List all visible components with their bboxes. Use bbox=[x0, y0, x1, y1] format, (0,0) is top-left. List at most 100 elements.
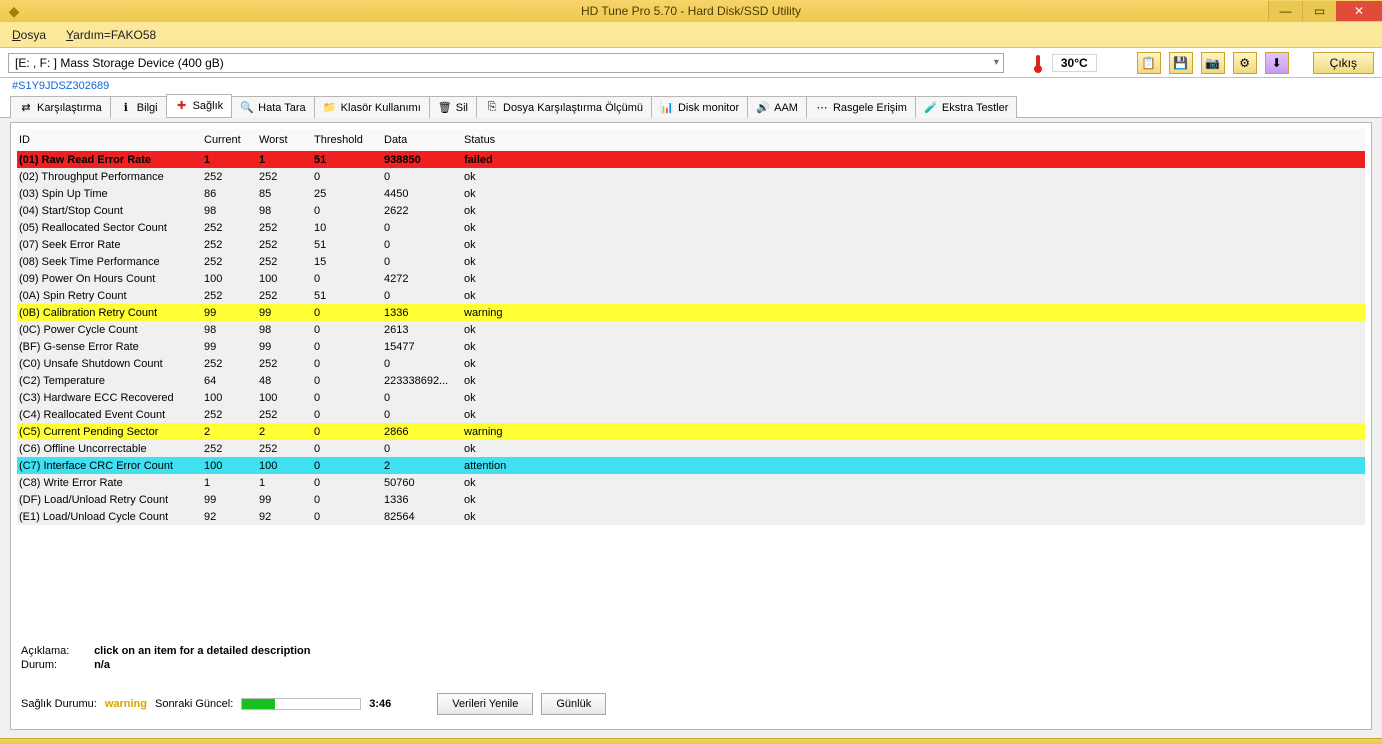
table-row[interactable]: (C7) Interface CRC Error Count10010002at… bbox=[17, 457, 1365, 474]
cell: 0 bbox=[382, 171, 462, 183]
table-row[interactable]: (BF) G-sense Error Rate9999015477ok bbox=[17, 338, 1365, 355]
menu-file[interactable]: Dosya bbox=[8, 26, 50, 44]
table-row[interactable]: (04) Start/Stop Count989802622ok bbox=[17, 202, 1365, 219]
tab-ekstra-testler[interactable]: 🧪Ekstra Testler bbox=[915, 96, 1017, 118]
exit-button[interactable]: Çıkış bbox=[1313, 52, 1374, 74]
next-update-label: Sonraki Güncel: bbox=[155, 698, 233, 710]
cell: 64 bbox=[202, 375, 257, 387]
copy-info-button[interactable]: 📋 bbox=[1137, 52, 1161, 74]
cell: 0 bbox=[312, 358, 382, 370]
save-button[interactable]: 💾 bbox=[1169, 52, 1193, 74]
tab-label: Rasgele Erişim bbox=[833, 102, 907, 114]
health-status-value: warning bbox=[105, 698, 147, 710]
cell: 100 bbox=[202, 460, 257, 472]
tab-bilgi[interactable]: ℹBilgi bbox=[110, 96, 167, 118]
cell: (07) Seek Error Rate bbox=[17, 239, 202, 251]
tab-aam[interactable]: 🔊AAM bbox=[747, 96, 807, 118]
table-row[interactable]: (C4) Reallocated Event Count25225200ok bbox=[17, 406, 1365, 423]
cell: (C0) Unsafe Shutdown Count bbox=[17, 358, 202, 370]
hata-tara-icon: 🔍 bbox=[240, 101, 254, 115]
cell: 252 bbox=[257, 222, 312, 234]
col-threshold[interactable]: Threshold bbox=[312, 134, 382, 146]
description-area: Açıklama: click on an item for a detaile… bbox=[21, 645, 310, 671]
log-button[interactable]: Günlük bbox=[541, 693, 606, 715]
cell: 98 bbox=[202, 205, 257, 217]
drive-select[interactable]: [E: , F: ] Mass Storage Device (400 gB) … bbox=[8, 53, 1004, 73]
cell: 86 bbox=[202, 188, 257, 200]
maximize-button[interactable]: ▭ bbox=[1302, 1, 1336, 21]
options-button[interactable]: ⚙ bbox=[1233, 52, 1257, 74]
cell: 100 bbox=[202, 273, 257, 285]
cell: 0 bbox=[382, 256, 462, 268]
cell: 252 bbox=[202, 222, 257, 234]
cell: ok bbox=[462, 324, 532, 336]
cell: 10 bbox=[312, 222, 382, 234]
cell: 0 bbox=[312, 460, 382, 472]
health-status-label: Sağlık Durumu: bbox=[21, 698, 97, 710]
cell: 0 bbox=[312, 426, 382, 438]
table-row[interactable]: (09) Power On Hours Count10010004272ok bbox=[17, 270, 1365, 287]
table-row[interactable]: (C5) Current Pending Sector2202866warnin… bbox=[17, 423, 1365, 440]
cell: 85 bbox=[257, 188, 312, 200]
cell: 252 bbox=[257, 239, 312, 251]
table-row[interactable]: (08) Seek Time Performance252252150ok bbox=[17, 253, 1365, 270]
tab-rasgele-erişim[interactable]: ⋯Rasgele Erişim bbox=[806, 96, 916, 118]
col-data[interactable]: Data bbox=[382, 134, 462, 146]
status-label: Durum: bbox=[21, 659, 91, 671]
cell: 15 bbox=[312, 256, 382, 268]
cell: (C2) Temperature bbox=[17, 375, 202, 387]
refresh-button[interactable]: Verileri Yenile bbox=[437, 693, 533, 715]
smart-table: IDCurrentWorstThresholdDataStatus (01) R… bbox=[17, 129, 1365, 525]
cell: 0 bbox=[312, 477, 382, 489]
sil-icon: 🗑 bbox=[438, 101, 452, 115]
table-row[interactable]: (07) Seek Error Rate252252510ok bbox=[17, 236, 1365, 253]
cell: 252 bbox=[257, 290, 312, 302]
col-status[interactable]: Status bbox=[462, 134, 532, 146]
cell: 0 bbox=[382, 239, 462, 251]
cell: (E1) Load/Unload Cycle Count bbox=[17, 511, 202, 523]
table-row[interactable]: (03) Spin Up Time8685254450ok bbox=[17, 185, 1365, 202]
minimize-button[interactable]: — bbox=[1268, 1, 1302, 21]
close-button[interactable]: ✕ bbox=[1336, 1, 1382, 21]
tab-sil[interactable]: 🗑Sil bbox=[429, 96, 477, 118]
cell: 252 bbox=[202, 171, 257, 183]
menu-help[interactable]: Yardım=FAKO58 bbox=[62, 26, 160, 44]
table-row[interactable]: (02) Throughput Performance25225200ok bbox=[17, 168, 1365, 185]
cell: 0 bbox=[312, 273, 382, 285]
tab-karşılaştırma[interactable]: ⇄Karşılaştırma bbox=[10, 96, 111, 118]
tab-dosya-karşılaştırma-ölçümü[interactable]: ⎘Dosya Karşılaştırma Ölçümü bbox=[476, 96, 652, 118]
col-id[interactable]: ID bbox=[17, 134, 202, 146]
cell: 0 bbox=[312, 324, 382, 336]
table-row[interactable]: (0C) Power Cycle Count989802613ok bbox=[17, 321, 1365, 338]
cell: 223338692... bbox=[382, 375, 462, 387]
cell: ok bbox=[462, 358, 532, 370]
cell: 252 bbox=[257, 256, 312, 268]
cell: 0 bbox=[382, 392, 462, 404]
table-row[interactable]: (C6) Offline Uncorrectable25225200ok bbox=[17, 440, 1365, 457]
cell: 1336 bbox=[382, 307, 462, 319]
col-current[interactable]: Current bbox=[202, 134, 257, 146]
table-row[interactable]: (0B) Calibration Retry Count999901336war… bbox=[17, 304, 1365, 321]
table-row[interactable]: (DF) Load/Unload Retry Count999901336ok bbox=[17, 491, 1365, 508]
cell: 99 bbox=[257, 494, 312, 506]
table-row[interactable]: (C3) Hardware ECC Recovered10010000ok bbox=[17, 389, 1365, 406]
table-row[interactable]: (05) Reallocated Sector Count252252100ok bbox=[17, 219, 1365, 236]
table-row[interactable]: (C2) Temperature64480223338692...ok bbox=[17, 372, 1365, 389]
table-row[interactable]: (E1) Load/Unload Cycle Count9292082564ok bbox=[17, 508, 1365, 525]
cell: (0A) Spin Retry Count bbox=[17, 290, 202, 302]
description-label: Açıklama: bbox=[21, 645, 91, 657]
table-row[interactable]: (0A) Spin Retry Count252252510ok bbox=[17, 287, 1365, 304]
screenshot-button[interactable]: 📷 bbox=[1201, 52, 1225, 74]
table-row[interactable]: (C8) Write Error Rate11050760ok bbox=[17, 474, 1365, 491]
tab-klasör-kullanımı[interactable]: 📁Klasör Kullanımı bbox=[314, 96, 430, 118]
table-row[interactable]: (01) Raw Read Error Rate1151938850failed bbox=[17, 151, 1365, 168]
cell: 4450 bbox=[382, 188, 462, 200]
table-row[interactable]: (C0) Unsafe Shutdown Count25225200ok bbox=[17, 355, 1365, 372]
cell: ok bbox=[462, 375, 532, 387]
tab-sağlık[interactable]: ✚Sağlık bbox=[166, 94, 233, 117]
download-button[interactable]: ⬇ bbox=[1265, 52, 1289, 74]
cell: 0 bbox=[312, 341, 382, 353]
tab-disk-monitor[interactable]: 📊Disk monitor bbox=[651, 96, 748, 118]
tab-hata-tara[interactable]: 🔍Hata Tara bbox=[231, 96, 315, 118]
col-worst[interactable]: Worst bbox=[257, 134, 312, 146]
